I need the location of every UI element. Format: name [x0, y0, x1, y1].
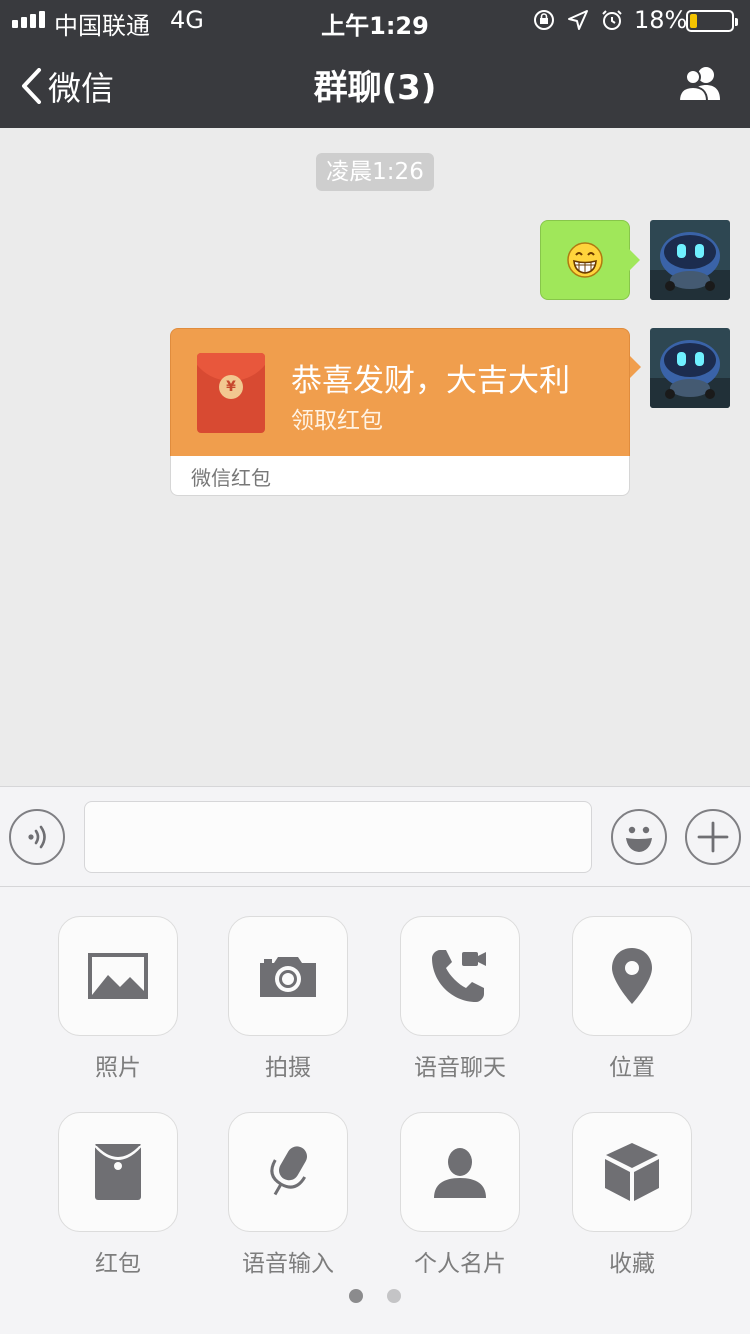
robot-avatar-icon: [650, 220, 730, 300]
panel-item-label: 收藏: [609, 1251, 655, 1277]
avatar[interactable]: [650, 220, 730, 300]
emoji-message-bubble[interactable]: [540, 220, 640, 300]
status-bar: 中国联通 4G 上午1:29 18%: [0, 0, 750, 40]
panel-item-favorites[interactable]: 收藏: [572, 1112, 692, 1278]
panel-item-contact-card[interactable]: 个人名片: [400, 1112, 520, 1278]
input-bar: [0, 786, 750, 887]
panel-item-voice-input[interactable]: 语音输入: [228, 1112, 348, 1278]
photo-icon: [88, 953, 148, 999]
location-arrow-icon: [568, 10, 588, 30]
rotation-lock-icon: [534, 10, 554, 30]
favorites-box-icon: [605, 1143, 659, 1201]
battery-icon: [686, 10, 738, 32]
plus-icon: [697, 821, 729, 853]
panel-item-voice-call[interactable]: 语音聊天: [400, 916, 520, 1082]
panel-item-photo[interactable]: 照片: [58, 916, 178, 1082]
panel-item-label: 个人名片: [414, 1251, 506, 1277]
coin-symbol: ¥: [219, 375, 243, 399]
panel-item-camera[interactable]: 拍摄: [228, 916, 348, 1082]
microphone-icon: [270, 1146, 307, 1196]
alarm-icon: [602, 10, 622, 30]
red-packet-subtitle: 领取红包: [291, 408, 383, 434]
location-icon: [612, 948, 652, 1004]
page-dot[interactable]: [387, 1289, 401, 1303]
page-dot[interactable]: [349, 1289, 363, 1303]
red-packet-footer: 微信红包: [191, 466, 271, 490]
panel-item-label: 语音聊天: [414, 1055, 506, 1081]
page-indicator: [0, 1289, 750, 1303]
emoji-button[interactable]: [611, 809, 667, 865]
emoji-icon: [626, 826, 652, 852]
voice-toggle-button[interactable]: [9, 809, 65, 865]
camera-icon: [260, 957, 316, 997]
panel-item-label: 照片: [95, 1055, 141, 1081]
panel-item-location[interactable]: 位置: [572, 916, 692, 1082]
avatar[interactable]: [650, 328, 730, 408]
chat-title: 群聊(3): [313, 68, 437, 108]
panel-item-red-packet[interactable]: 红包: [58, 1112, 178, 1278]
red-packet-message[interactable]: ¥ 恭喜发财，大吉大利 领取红包 微信红包: [170, 328, 641, 496]
panel-item-label: 位置: [609, 1055, 655, 1081]
function-panel: 照片 拍摄 语音聊天 位置 红包 语音输入 个人名片 收藏: [0, 887, 750, 1334]
group-members-icon: [677, 67, 720, 102]
voice-icon: [28, 825, 46, 849]
panel-item-label: 语音输入: [242, 1251, 334, 1277]
message-input[interactable]: [84, 801, 592, 873]
panel-item-label: 红包: [95, 1251, 141, 1277]
group-members-button[interactable]: [676, 64, 726, 108]
status-icons: [532, 8, 624, 32]
red-packet-title: 恭喜发财，大吉大利: [291, 363, 570, 399]
contact-card-icon: [434, 1148, 486, 1198]
panel-item-label: 拍摄: [265, 1055, 311, 1081]
more-functions-button[interactable]: [685, 809, 741, 865]
red-envelope-icon: ¥: [197, 353, 265, 433]
top-bar: 中国联通 4G 上午1:29 18% 微信 群聊(3): [0, 0, 750, 128]
message-timestamp: 凌晨1:26: [316, 153, 434, 191]
battery-percent: 18%: [634, 6, 688, 34]
chat-area[interactable]: 凌晨1:26 ¥ 恭喜发财，大吉大利 领取红包 微信红包: [0, 128, 750, 786]
voice-call-icon: [432, 950, 486, 1002]
red-packet-icon: [94, 1144, 142, 1200]
robot-avatar-icon: [650, 328, 730, 408]
grinning-emoji-icon: [567, 242, 603, 278]
